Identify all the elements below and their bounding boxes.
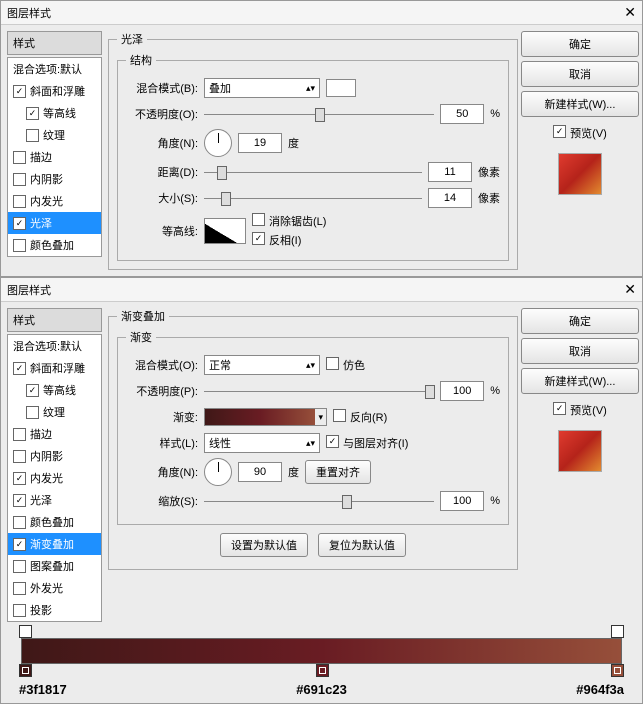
effects-list: 混合选项:默认 斜面和浮雕 等高线 纹理 描边 内阴影 内发光 光泽 颜色叠加 … [7, 334, 102, 622]
fx-stroke[interactable]: 描边 [8, 423, 101, 445]
ok-button[interactable]: 确定 [521, 31, 639, 57]
new-style-button[interactable]: 新建样式(W)... [521, 91, 639, 117]
opacity-input[interactable] [440, 381, 484, 401]
blend-mode-select[interactable]: 叠加▴▾ [204, 78, 320, 98]
angle-input[interactable] [238, 133, 282, 153]
stop-hex-3: #964f3a [576, 682, 624, 697]
fx-inner-shadow[interactable]: 内阴影 [8, 168, 101, 190]
size-input[interactable] [428, 188, 472, 208]
distance-slider[interactable] [204, 165, 422, 179]
opacity-label: 不透明度(P): [126, 383, 198, 399]
fx-inner-shadow[interactable]: 内阴影 [8, 445, 101, 467]
gradient-editor [21, 638, 622, 664]
distance-label: 距离(D): [126, 164, 198, 180]
fx-contour[interactable]: 等高线 [8, 102, 101, 124]
structure-group: 结构 混合模式(B): 叠加▴▾ 不透明度(O): % 角度(N): 度 距离(… [117, 52, 509, 261]
dither-check[interactable]: 仿色 [326, 357, 365, 373]
opacity-label: 不透明度(O): [126, 106, 198, 122]
gradient-bar[interactable] [21, 638, 622, 664]
stop-hex-1: #3f1817 [19, 682, 67, 697]
preview-swatch [558, 430, 602, 472]
reverse-check[interactable]: 反向(R) [333, 409, 387, 425]
preview-swatch [558, 153, 602, 195]
fx-pattern-overlay[interactable]: 图案叠加 [8, 555, 101, 577]
titlebar-1: 图层样式 ✕ [1, 1, 642, 25]
fx-color-overlay[interactable]: 颜色叠加 [8, 234, 101, 256]
close-icon[interactable]: ✕ [624, 281, 636, 298]
contour-picker[interactable] [204, 218, 246, 244]
angle-dial[interactable] [204, 129, 232, 157]
titlebar-2: 图层样式 ✕ [1, 278, 642, 302]
fx-contour[interactable]: 等高线 [8, 379, 101, 401]
blend-options[interactable]: 混合选项:默认 [8, 335, 101, 357]
close-icon[interactable]: ✕ [624, 4, 636, 21]
opacity-stop-left[interactable] [19, 625, 32, 638]
blend-mode-label: 混合模式(O): [126, 357, 198, 373]
gradient-overlay-group: 渐变叠加 渐变 混合模式(O): 正常▴▾ 仿色 不透明度(P): % 渐变: … [108, 308, 518, 570]
new-style-button[interactable]: 新建样式(W)... [521, 368, 639, 394]
gradient-group: 渐变 混合模式(O): 正常▴▾ 仿色 不透明度(P): % 渐变: ▾ 反向(… [117, 329, 509, 525]
cancel-button[interactable]: 取消 [521, 338, 639, 364]
styles-header: 样式 [7, 31, 102, 55]
set-default-button[interactable]: 设置为默认值 [220, 533, 308, 557]
fx-bevel[interactable]: 斜面和浮雕 [8, 357, 101, 379]
distance-input[interactable] [428, 162, 472, 182]
opacity-slider[interactable] [204, 107, 434, 121]
gradient-label: 渐变: [126, 409, 198, 425]
opacity-stop-right[interactable] [611, 625, 624, 638]
preview-check[interactable]: 预览(V) [553, 125, 607, 141]
fx-drop-shadow[interactable]: 投影 [8, 599, 101, 621]
effects-list: 混合选项:默认 斜面和浮雕 等高线 纹理 描边 内阴影 内发光 光泽 颜色叠加 [7, 57, 102, 257]
contour-label: 等高线: [126, 223, 198, 239]
blend-mode-select[interactable]: 正常▴▾ [204, 355, 320, 375]
fx-gradient-overlay[interactable]: 渐变叠加 [8, 533, 101, 555]
scale-slider[interactable] [204, 494, 434, 508]
color-stop-2[interactable] [316, 664, 329, 677]
fx-texture[interactable]: 纹理 [8, 124, 101, 146]
angle-label: 角度(N): [126, 464, 198, 480]
fx-satin[interactable]: 光泽 [8, 212, 101, 234]
fx-inner-glow[interactable]: 内发光 [8, 467, 101, 489]
align-check[interactable]: 与图层对齐(I) [326, 435, 408, 451]
style-select[interactable]: 线性▴▾ [204, 433, 320, 453]
scale-input[interactable] [440, 491, 484, 511]
color-stop-1[interactable] [19, 664, 32, 677]
fx-outer-glow[interactable]: 外发光 [8, 577, 101, 599]
size-slider[interactable] [204, 191, 422, 205]
reset-default-button[interactable]: 复位为默认值 [318, 533, 406, 557]
satin-group: 光泽 结构 混合模式(B): 叠加▴▾ 不透明度(O): % 角度(N): 度 … [108, 31, 518, 270]
color-swatch[interactable] [326, 79, 356, 97]
ok-button[interactable]: 确定 [521, 308, 639, 334]
reset-align-button[interactable]: 重置对齐 [305, 460, 371, 484]
blend-options[interactable]: 混合选项:默认 [8, 58, 101, 80]
invert-check[interactable]: 反相(I) [252, 232, 326, 248]
size-label: 大小(S): [126, 190, 198, 206]
dialog-title: 图层样式 [7, 282, 51, 298]
angle-input[interactable] [238, 462, 282, 482]
cancel-button[interactable]: 取消 [521, 61, 639, 87]
fx-stroke[interactable]: 描边 [8, 146, 101, 168]
fx-texture[interactable]: 纹理 [8, 401, 101, 423]
scale-label: 缩放(S): [126, 493, 198, 509]
opacity-input[interactable] [440, 104, 484, 124]
stop-hex-2: #691c23 [296, 682, 347, 697]
fx-color-overlay[interactable]: 颜色叠加 [8, 511, 101, 533]
style-label: 样式(L): [126, 435, 198, 451]
preview-check[interactable]: 预览(V) [553, 402, 607, 418]
gradient-picker[interactable]: ▾ [204, 408, 327, 426]
opacity-slider[interactable] [204, 384, 434, 398]
color-stop-3[interactable] [611, 664, 624, 677]
angle-label: 角度(N): [126, 135, 198, 151]
styles-header: 样式 [7, 308, 102, 332]
dialog-title: 图层样式 [7, 5, 51, 21]
angle-dial[interactable] [204, 458, 232, 486]
blend-mode-label: 混合模式(B): [126, 80, 198, 96]
fx-inner-glow[interactable]: 内发光 [8, 190, 101, 212]
fx-satin[interactable]: 光泽 [8, 489, 101, 511]
antialias-check[interactable]: 消除锯齿(L) [252, 213, 326, 229]
fx-bevel[interactable]: 斜面和浮雕 [8, 80, 101, 102]
